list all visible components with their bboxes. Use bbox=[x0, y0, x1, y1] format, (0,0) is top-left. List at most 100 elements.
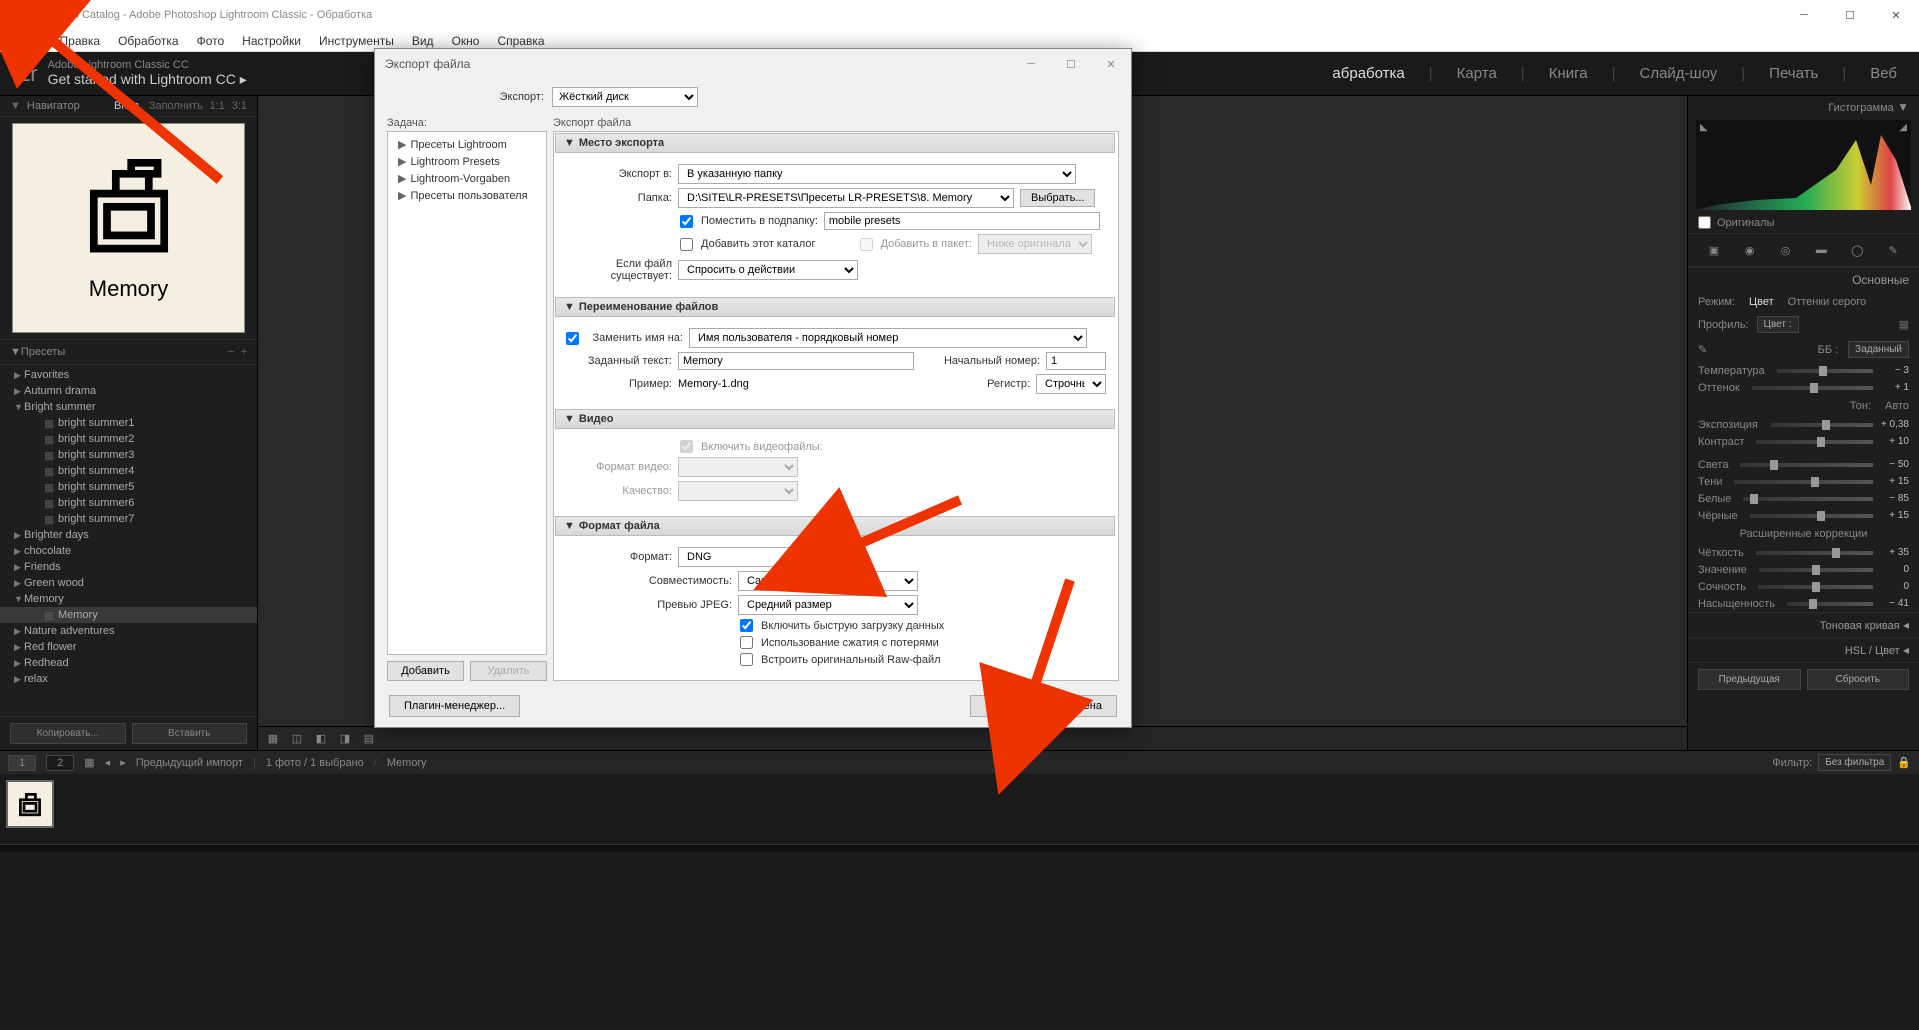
preset-folder[interactable]: ▶relax bbox=[0, 671, 257, 687]
hsl-header[interactable]: HSL / Цвет ◂ bbox=[1688, 637, 1919, 662]
export-destination-select[interactable]: Жёсткий диск bbox=[552, 87, 698, 107]
tint-value[interactable]: + 1 bbox=[1879, 382, 1909, 393]
preset-folder[interactable]: ▶Favorites bbox=[0, 367, 257, 383]
saturation-value[interactable]: − 41 bbox=[1879, 598, 1909, 609]
shadows-slider[interactable] bbox=[1734, 480, 1873, 484]
choose-folder-button[interactable]: Выбрать... bbox=[1020, 189, 1095, 207]
folder-path-select[interactable]: D:\SITE\LR-PRESETS\Пресеты LR-PRESETS\8.… bbox=[678, 188, 1014, 208]
preview-select[interactable]: Средний размер bbox=[738, 595, 918, 615]
histogram[interactable]: ◣ ◢ bbox=[1696, 120, 1911, 210]
section-file-format[interactable]: ▼Формат файла bbox=[555, 516, 1115, 536]
maximize-button[interactable]: ☐ bbox=[1827, 0, 1873, 30]
fast-load-checkbox[interactable] bbox=[740, 619, 753, 632]
tint-slider[interactable] bbox=[1752, 386, 1873, 390]
export-preset[interactable]: ▶Lightroom-Vorgaben bbox=[388, 170, 546, 187]
menu-view[interactable]: Вид bbox=[404, 32, 442, 50]
preset-folder[interactable]: ▶Autumn drama bbox=[0, 383, 257, 399]
spot-tool-icon[interactable]: ◉ bbox=[1740, 240, 1760, 260]
blacks-value[interactable]: + 15 bbox=[1879, 510, 1909, 521]
subfolder-checkbox[interactable] bbox=[680, 215, 693, 228]
preset-item[interactable]: ▦bright summer6 bbox=[0, 495, 257, 511]
profile-browser-icon[interactable]: ▦ bbox=[1899, 318, 1909, 331]
add-catalog-checkbox[interactable] bbox=[680, 238, 693, 251]
preset-item[interactable]: ▦bright summer5 bbox=[0, 479, 257, 495]
menu-photo[interactable]: Фото bbox=[189, 32, 233, 50]
redeye-tool-icon[interactable]: ◎ bbox=[1776, 240, 1796, 260]
navigator-header[interactable]: ▼Навигатор Впис. Заполнить 1:1 3:1 bbox=[0, 96, 257, 117]
brush-tool-icon[interactable]: ✎ bbox=[1883, 240, 1903, 260]
exposure-slider[interactable] bbox=[1770, 423, 1873, 427]
menu-window[interactable]: Окно bbox=[444, 32, 488, 50]
preset-folder[interactable]: ▼Memory bbox=[0, 591, 257, 607]
embed-raw-checkbox[interactable] bbox=[740, 653, 753, 666]
dehaze-slider[interactable] bbox=[1759, 568, 1873, 572]
filter-lock-icon[interactable]: 🔒 bbox=[1897, 756, 1911, 769]
preset-folder[interactable]: ▼Bright summer bbox=[0, 399, 257, 415]
subfolder-input[interactable] bbox=[824, 212, 1100, 230]
highlights-value[interactable]: − 50 bbox=[1879, 459, 1909, 470]
filter-select[interactable]: Без фильтра bbox=[1818, 754, 1891, 771]
menu-file[interactable]: Файл bbox=[4, 32, 50, 50]
highlights-slider[interactable] bbox=[1740, 463, 1873, 467]
export-to-select[interactable]: В указанную папку bbox=[678, 164, 1076, 184]
section-rename[interactable]: ▼Переименование файлов bbox=[555, 297, 1115, 317]
close-button[interactable]: ✕ bbox=[1873, 0, 1919, 30]
paste-button[interactable]: Вставить bbox=[132, 723, 248, 744]
exists-select[interactable]: Спросить о действии bbox=[678, 260, 858, 280]
copy-button[interactable]: Копировать... bbox=[10, 723, 126, 744]
preset-folder[interactable]: ▶Nature adventures bbox=[0, 623, 257, 639]
temp-value[interactable]: − 3 bbox=[1879, 365, 1909, 376]
before-after-split-icon[interactable]: ◨ bbox=[334, 730, 356, 748]
saturation-slider[interactable] bbox=[1787, 602, 1873, 606]
module-web[interactable]: Веб bbox=[1860, 65, 1907, 82]
tone-auto[interactable]: Авто bbox=[1885, 400, 1909, 412]
vibrance-slider[interactable] bbox=[1758, 585, 1873, 589]
preset-folder[interactable]: ▶Friends bbox=[0, 559, 257, 575]
custom-text-input[interactable] bbox=[678, 352, 914, 370]
module-map[interactable]: Карта bbox=[1447, 65, 1507, 82]
plugin-manager-button[interactable]: Плагин-менеджер... bbox=[389, 695, 520, 717]
preset-item[interactable]: ▦bright summer4 bbox=[0, 463, 257, 479]
reset-button[interactable]: Сбросить bbox=[1807, 669, 1910, 690]
dialog-minimize-icon[interactable]: ─ bbox=[1011, 49, 1051, 79]
before-after-icon[interactable]: ◧ bbox=[310, 730, 332, 748]
export-settings-scroll[interactable]: ▼Место экспорта Экспорт в:В указанную па… bbox=[553, 131, 1119, 681]
menu-tools[interactable]: Инструменты bbox=[311, 32, 402, 50]
filmstrip-thumb[interactable] bbox=[6, 780, 54, 828]
preset-item[interactable]: ▦bright summer2 bbox=[0, 431, 257, 447]
crop-tool-icon[interactable]: ▣ bbox=[1704, 240, 1724, 260]
menu-settings[interactable]: Настройки bbox=[234, 32, 309, 50]
nav-fill[interactable]: Заполнить bbox=[149, 100, 203, 112]
preset-folder[interactable]: ▶Redhead bbox=[0, 655, 257, 671]
rename-checkbox[interactable] bbox=[566, 332, 579, 345]
section-video[interactable]: ▼Видео bbox=[555, 409, 1115, 429]
gradient-tool-icon[interactable]: ▬ bbox=[1811, 240, 1831, 260]
clarity-value[interactable]: + 35 bbox=[1879, 547, 1909, 558]
whites-slider[interactable] bbox=[1743, 497, 1873, 501]
nav-back-icon[interactable]: ◂ bbox=[105, 756, 111, 769]
cancel-button[interactable]: Отмена bbox=[1048, 695, 1117, 717]
vibrance-value[interactable]: 0 bbox=[1879, 581, 1909, 592]
case-select[interactable]: Строчные bbox=[1036, 374, 1106, 394]
contrast-value[interactable]: + 10 bbox=[1879, 436, 1909, 447]
page-2[interactable]: 2 bbox=[46, 755, 74, 771]
menu-help[interactable]: Справка bbox=[489, 32, 552, 50]
preset-folder[interactable]: ▶Brighter days bbox=[0, 527, 257, 543]
preset-folder[interactable]: ▶Red flower bbox=[0, 639, 257, 655]
profile-select[interactable]: Цвет : bbox=[1757, 316, 1799, 333]
nav-3-1[interactable]: 3:1 bbox=[232, 100, 247, 112]
page-1[interactable]: 1 bbox=[8, 755, 36, 771]
eyedropper-icon[interactable]: ✎ bbox=[1698, 343, 1707, 356]
start-num-input[interactable] bbox=[1046, 352, 1106, 370]
nav-fit[interactable]: Впис. bbox=[114, 100, 142, 112]
wb-select[interactable]: Заданный bbox=[1848, 341, 1909, 358]
export-preset[interactable]: ▶Lightroom Presets bbox=[388, 153, 546, 170]
presets-header[interactable]: ▼Пресеты − + bbox=[0, 339, 257, 365]
dialog-close-icon[interactable]: ✕ bbox=[1091, 49, 1131, 79]
preset-folder[interactable]: ▶Green wood bbox=[0, 575, 257, 591]
grid-icon[interactable]: ▦ bbox=[84, 756, 94, 769]
dialog-maximize-icon[interactable]: ☐ bbox=[1051, 49, 1091, 79]
dehaze-value[interactable]: 0 bbox=[1879, 564, 1909, 575]
tone-curve-header[interactable]: Тоновая кривая ◂ bbox=[1688, 612, 1919, 637]
nav-fwd-icon[interactable]: ▸ bbox=[120, 756, 126, 769]
